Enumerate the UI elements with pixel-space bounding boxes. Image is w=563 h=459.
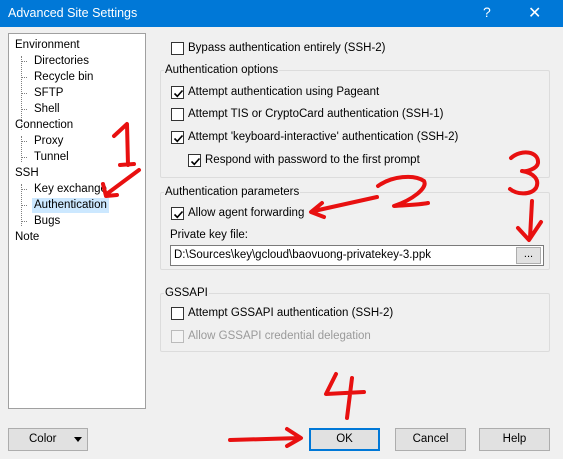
- annotation-arrow-4: [228, 427, 303, 448]
- pageant-checkbox[interactable]: [171, 86, 184, 99]
- bypass-label: Bypass authentication entirely (SSH-2): [188, 42, 386, 54]
- tree-item-key-exchange[interactable]: Key exchange: [34, 182, 107, 197]
- tree-item-shell[interactable]: Shell: [34, 102, 60, 117]
- keyboard-interactive-checkbox[interactable]: [171, 131, 184, 144]
- tree-branch: [21, 61, 27, 62]
- gssapi-group: [160, 293, 550, 352]
- tree-item-authentication[interactable]: Authentication: [32, 198, 109, 213]
- close-icon[interactable]: ✕: [528, 3, 541, 23]
- tree-item-directories[interactable]: Directories: [34, 54, 89, 69]
- help-button[interactable]: Help: [479, 428, 550, 451]
- tree-item-connection[interactable]: Connection: [15, 118, 73, 133]
- tree-branch: [21, 189, 27, 190]
- gssapi-delegation-checkbox[interactable]: [171, 330, 184, 343]
- authentication-parameters-title: Authentication parameters: [164, 186, 301, 198]
- private-key-value: D:\Sources\key\gcloud\baovuong-privateke…: [174, 249, 431, 261]
- private-key-field[interactable]: D:\Sources\key\gcloud\baovuong-privateke…: [170, 245, 544, 266]
- tis-checkbox[interactable]: [171, 108, 184, 121]
- tree-item-bugs[interactable]: Bugs: [34, 214, 60, 229]
- tree-item-proxy[interactable]: Proxy: [34, 134, 63, 149]
- respond-password-label: Respond with password to the first promp…: [205, 154, 420, 166]
- tree-branch: [21, 109, 27, 110]
- settings-tree[interactable]: Environment Directories Recycle bin SFTP…: [8, 33, 146, 409]
- bypass-checkbox[interactable]: [171, 42, 184, 55]
- tree-branch: [21, 221, 27, 222]
- color-button[interactable]: Color: [8, 428, 88, 451]
- private-key-label: Private key file:: [170, 229, 248, 241]
- keyboard-interactive-label: Attempt 'keyboard-interactive' authentic…: [188, 131, 459, 143]
- ok-button[interactable]: OK: [309, 428, 380, 451]
- annotation-mark-4: [324, 372, 366, 420]
- check-icon: [173, 89, 184, 98]
- pageant-label: Attempt authentication using Pageant: [188, 86, 380, 98]
- tree-branch: [21, 157, 27, 158]
- tree-item-ssh[interactable]: SSH: [15, 166, 39, 181]
- title-bar[interactable]: Advanced Site Settings ? ✕: [0, 0, 563, 27]
- color-button-label: Color: [29, 433, 57, 445]
- tree-guide-line: [21, 136, 22, 162]
- help-icon[interactable]: ?: [483, 4, 491, 20]
- respond-password-checkbox[interactable]: [188, 154, 201, 167]
- check-icon: [173, 210, 184, 219]
- tree-branch: [21, 205, 27, 206]
- gssapi-title: GSSAPI: [164, 287, 209, 299]
- window-title: Advanced Site Settings: [8, 6, 138, 20]
- tree-item-sftp[interactable]: SFTP: [34, 86, 63, 101]
- gssapi-attempt-checkbox[interactable]: [171, 307, 184, 320]
- tree-item-environment[interactable]: Environment: [15, 38, 80, 53]
- gssapi-delegation-label: Allow GSSAPI credential delegation: [188, 330, 371, 342]
- tree-branch: [21, 77, 27, 78]
- tree-item-tunnel[interactable]: Tunnel: [34, 150, 69, 165]
- check-icon: [190, 157, 201, 166]
- agent-forwarding-checkbox[interactable]: [171, 207, 184, 220]
- cancel-button[interactable]: Cancel: [395, 428, 466, 451]
- tis-label: Attempt TIS or CryptoCard authentication…: [188, 108, 444, 120]
- chevron-down-icon: [74, 437, 82, 442]
- check-icon: [173, 134, 184, 143]
- tree-item-note[interactable]: Note: [15, 230, 39, 245]
- tree-branch: [21, 93, 27, 94]
- tree-branch: [21, 141, 27, 142]
- tree-item-recycle-bin[interactable]: Recycle bin: [34, 70, 93, 85]
- browse-key-button[interactable]: ...: [516, 247, 541, 264]
- agent-forwarding-label: Allow agent forwarding: [188, 207, 305, 219]
- gssapi-attempt-label: Attempt GSSAPI authentication (SSH-2): [188, 307, 394, 319]
- authentication-options-title: Authentication options: [164, 64, 280, 76]
